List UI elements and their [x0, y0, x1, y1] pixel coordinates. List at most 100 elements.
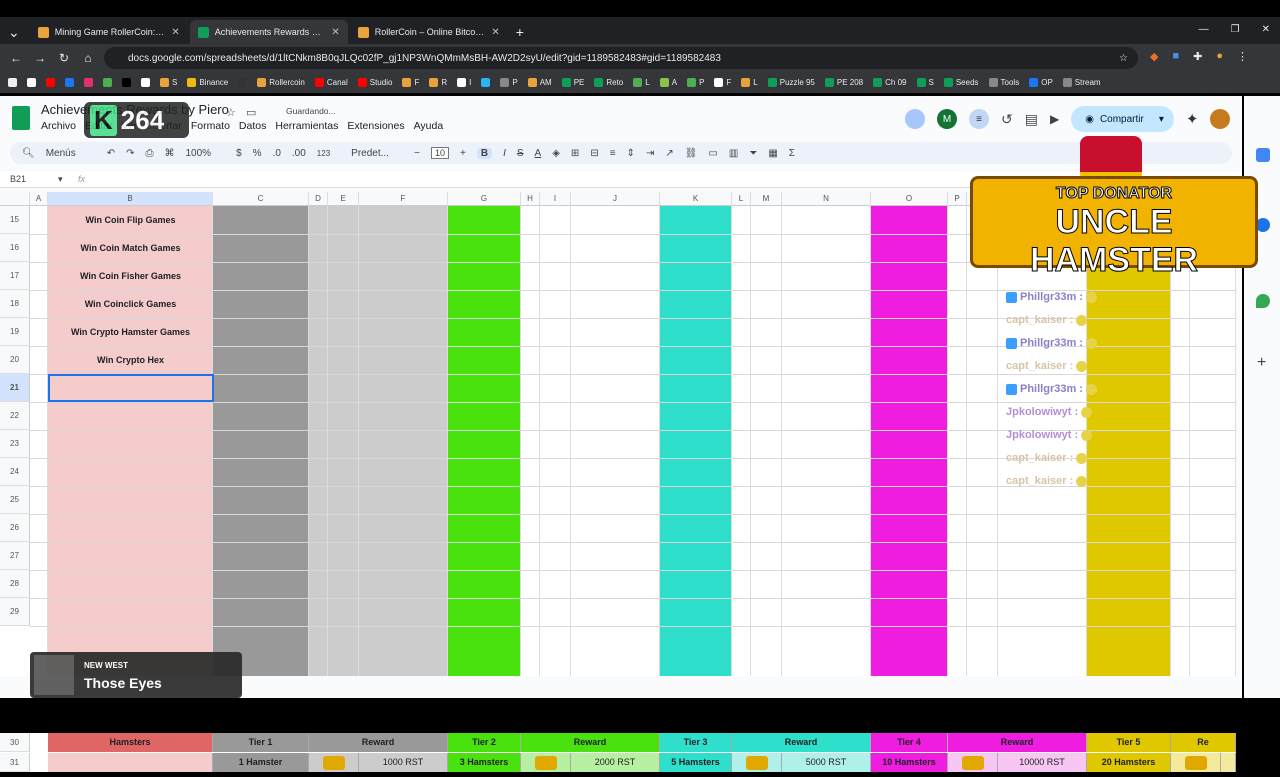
name-box-dropdown-icon[interactable]: ▾ [58, 174, 63, 185]
number-format-button[interactable]: 123 [317, 149, 330, 158]
reward-coin-cell[interactable] [948, 753, 998, 772]
tier-value-cell[interactable]: 1 Hamster [213, 753, 309, 772]
achievement-cell[interactable]: Win Coin Match Games [48, 243, 213, 253]
tier-header-cell[interactable]: Tier 4 [871, 733, 948, 752]
row-header[interactable]: 22 [0, 402, 30, 430]
align-horizontal-icon[interactable]: ≡ [610, 148, 616, 159]
move-folder-icon[interactable]: ▭ [246, 106, 256, 119]
extension-fox-icon[interactable]: ◆ [1150, 50, 1158, 63]
menu-item[interactable]: Archivo [41, 120, 76, 132]
history-icon[interactable]: ↺ [1001, 111, 1013, 128]
row-header[interactable]: 16 [0, 234, 30, 262]
bookmark-item[interactable] [141, 78, 150, 87]
tier-header-cell[interactable]: Reward [521, 733, 660, 752]
bookmark-item[interactable]: R [429, 78, 447, 87]
sheets-logo-icon[interactable] [12, 106, 30, 130]
bookmark-item[interactable]: S [916, 78, 934, 87]
bookmark-item[interactable] [84, 78, 93, 87]
decrease-decimal-button[interactable]: .0 [273, 148, 281, 159]
bookmark-item[interactable] [122, 78, 131, 87]
bookmark-item[interactable]: Tools [988, 78, 1019, 87]
bold-button[interactable]: B [476, 147, 493, 159]
bookmark-item[interactable]: Reto [594, 78, 623, 87]
row-header[interactable]: 26 [0, 514, 30, 542]
tier-header-cell[interactable]: Reward [948, 733, 1087, 752]
bookmark-item[interactable]: Ch 09 [873, 78, 907, 87]
text-color-icon[interactable]: A [535, 148, 542, 159]
menu-item[interactable]: Extensiones [347, 120, 404, 132]
achievement-cell[interactable]: Win Coin Flip Games [48, 215, 213, 225]
tasks-icon[interactable] [1256, 218, 1270, 232]
column-header[interactable]: H [521, 192, 540, 206]
account-avatar[interactable] [1210, 109, 1231, 129]
tier-value-cell[interactable]: 10 Hamsters [871, 753, 948, 772]
row-header[interactable]: 30 [0, 733, 30, 752]
name-box[interactable]: B21 [10, 174, 26, 184]
bookmark-item[interactable] [481, 78, 491, 87]
achievement-cell[interactable]: Win Crypto Hamster Games [48, 327, 213, 337]
star-icon[interactable]: ☆ [226, 106, 236, 119]
bookmark-item[interactable]: Seeds [943, 78, 979, 87]
tier-header-cell[interactable]: Re [1171, 733, 1236, 752]
tier-value-cell[interactable]: 20 Hamsters [1087, 753, 1171, 772]
row-header[interactable]: 18 [0, 290, 30, 318]
row-header[interactable]: 27 [0, 542, 30, 570]
bookmark-item[interactable]: Rollercoin [257, 78, 305, 87]
tier-header-cell[interactable]: Tier 2 [448, 733, 521, 752]
column-header[interactable]: N [782, 192, 871, 206]
tab-close-icon[interactable]: ✕ [171, 27, 179, 38]
tier-value-cell[interactable]: 10000 RST [998, 753, 1087, 772]
bookmark-item[interactable]: Puzzle 95 [767, 78, 815, 87]
tier-header-cell[interactable]: Hamsters [48, 733, 213, 752]
bookmark-item[interactable]: F [402, 78, 419, 87]
redo-icon[interactable]: ↷ [126, 148, 134, 159]
bookmark-item[interactable]: I [457, 78, 471, 87]
tier-header-cell[interactable]: Reward [309, 733, 448, 752]
extensions-icon[interactable]: ✚ [1193, 50, 1202, 63]
font-size-field[interactable]: 10 [431, 147, 450, 159]
tier-value-cell[interactable] [1221, 753, 1236, 772]
currency-button[interactable]: $ [236, 148, 242, 159]
tier-header-cell[interactable]: Tier 1 [213, 733, 309, 752]
tier-value-cell[interactable]: 3 Hamsters [448, 753, 521, 772]
column-header[interactable]: D [309, 192, 328, 206]
browser-tab[interactable]: RollerCoin – Online Bitcoin Min ✕ [350, 20, 508, 44]
browser-tab[interactable]: Mining Game RollerCoin: Play M ✕ [30, 20, 188, 44]
bookmark-item[interactable] [27, 78, 36, 87]
column-header[interactable]: F [359, 192, 448, 206]
row-header[interactable]: 24 [0, 458, 30, 486]
column-header[interactable]: O [871, 192, 948, 206]
tier-value-cell[interactable] [48, 753, 213, 772]
share-dropdown-icon[interactable]: ▾ [1159, 114, 1164, 125]
strikethrough-icon[interactable]: S [517, 148, 524, 159]
row-header[interactable]: 20 [0, 346, 30, 374]
column-header[interactable]: K [660, 192, 732, 206]
bookmark-item[interactable]: A [659, 78, 677, 87]
reward-coin-cell[interactable] [521, 753, 571, 772]
gemini-icon[interactable]: ✦ [1186, 110, 1199, 128]
bookmark-item[interactable] [65, 78, 74, 87]
filter-views-icon[interactable]: ▦ [768, 148, 777, 159]
selected-cell-b21[interactable] [48, 374, 214, 402]
row-header[interactable]: 19 [0, 318, 30, 346]
menu-item[interactable]: Herramientas [275, 120, 338, 132]
bookmark-item[interactable]: Stream [1062, 78, 1101, 87]
new-tab-button[interactable]: + [508, 20, 532, 44]
functions-icon[interactable]: Σ [789, 148, 795, 159]
column-header[interactable]: E [328, 192, 359, 206]
reload-icon[interactable]: ↻ [52, 51, 76, 65]
maps-icon[interactable] [1256, 294, 1270, 308]
restore-icon[interactable]: ❐ [1231, 24, 1240, 35]
add-addon-icon[interactable]: + [1257, 354, 1266, 372]
text-rotation-icon[interactable]: ↗ [665, 148, 673, 159]
link-icon[interactable]: ⛓ [685, 148, 698, 159]
bookmark-item[interactable]: S [160, 78, 177, 87]
back-icon[interactable]: ← [4, 51, 28, 65]
search-menus-field[interactable]: Menús [46, 148, 76, 159]
reward-coin-cell[interactable] [1171, 753, 1221, 772]
bookmark-item[interactable]: L [741, 78, 758, 87]
menu-item[interactable]: Ayuda [414, 120, 444, 132]
bookmark-item[interactable]: P [687, 78, 704, 87]
column-header[interactable]: L [732, 192, 751, 206]
bookmark-item[interactable]: L [633, 78, 650, 87]
